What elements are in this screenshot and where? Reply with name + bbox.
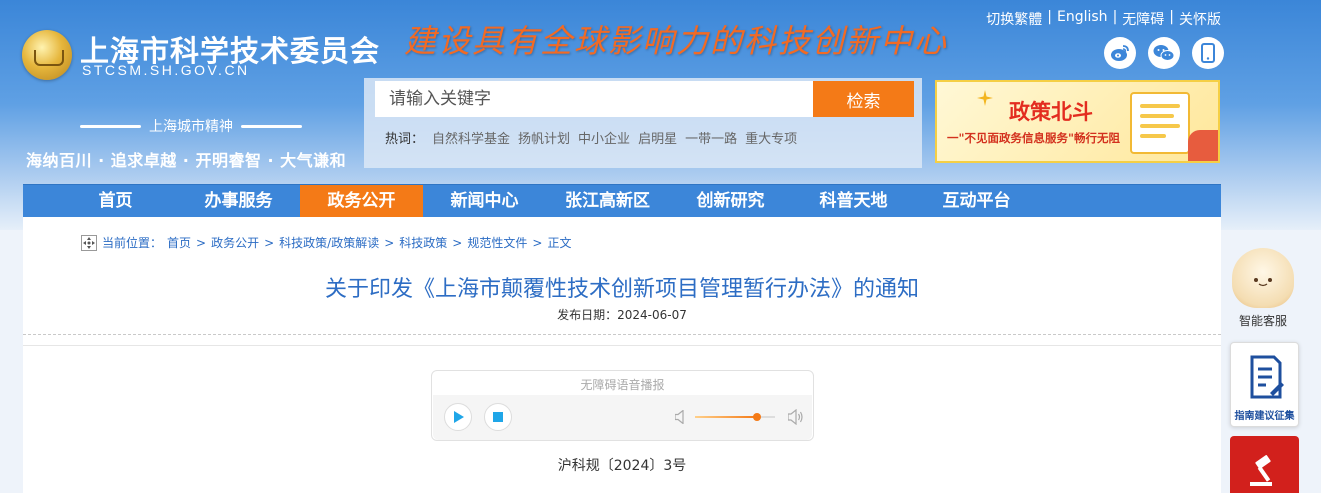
hot-word-link[interactable]: 扬帆计划 bbox=[518, 128, 570, 147]
publish-date-label: 发布日期： bbox=[557, 308, 618, 322]
weibo-icon bbox=[1111, 45, 1129, 61]
audio-player-label: 无障碍语音播报 bbox=[580, 378, 665, 392]
hot-word-link[interactable]: 重大专项 bbox=[745, 128, 797, 147]
smart-service-label: 智能客服 bbox=[1238, 314, 1287, 328]
emblem-logo[interactable] bbox=[22, 30, 72, 80]
wechat-button[interactable] bbox=[1148, 37, 1180, 69]
breadcrumb-policy-interpretation[interactable]: 科技政策/政策解读 bbox=[279, 234, 379, 251]
document-edit-icon bbox=[1250, 355, 1284, 399]
publish-date: 发布日期：2024-06-07 bbox=[23, 306, 1221, 323]
main-nav: 首页 办事服务 政务公开 新闻中心 张江高新区 创新研究 科普天地 互动平台 bbox=[23, 184, 1221, 218]
gavel-service-button[interactable] bbox=[1230, 436, 1299, 493]
search-panel: 检索 热词： 自然科学基金 扬帆计划 中小企业 启明星 一带一路 重大专项 bbox=[364, 78, 922, 168]
weibo-button[interactable] bbox=[1104, 37, 1136, 69]
social-icons bbox=[1104, 37, 1224, 69]
volume-low-icon[interactable] bbox=[675, 410, 687, 424]
publish-date-value: 2024-06-07 bbox=[617, 308, 687, 322]
hot-word-link[interactable]: 一带一路 bbox=[685, 128, 737, 147]
breadcrumb-policy[interactable]: 科技政策 bbox=[399, 234, 447, 251]
site-domain: STCSM.SH.GOV.CN bbox=[82, 62, 250, 78]
stop-icon bbox=[493, 412, 503, 422]
english-link[interactable]: English bbox=[1057, 9, 1108, 29]
banner-subtitle: 一"不见面政务信息服务"畅行无阻 bbox=[947, 131, 1120, 145]
article-content: 当前位置： 首页 > 政务公开 > 科技政策/政策解读 > 科技政策 > 规范性… bbox=[23, 217, 1221, 493]
search-button[interactable]: 检索 bbox=[813, 81, 914, 117]
city-spirit-title: 上海城市精神 bbox=[80, 116, 302, 136]
nav-item-news[interactable]: 新闻中心 bbox=[423, 185, 546, 218]
divider bbox=[23, 334, 1221, 335]
traditional-chinese-link[interactable]: 切换繁體 bbox=[986, 9, 1042, 29]
slogan: 建设具有全球影响力的科技创新中心 bbox=[404, 16, 948, 62]
nav-item-popular-science[interactable]: 科普天地 bbox=[792, 185, 915, 218]
city-spirit-words: 海纳百川 · 追求卓越 · 开明睿智 · 大气谦和 bbox=[26, 151, 347, 170]
location-move-icon bbox=[81, 234, 97, 251]
breadcrumb: 当前位置： 首页 > 政务公开 > 科技政策/政策解读 > 科技政策 > 规范性… bbox=[81, 234, 571, 251]
hot-words-label: 热词： bbox=[385, 132, 425, 147]
mobile-button[interactable] bbox=[1192, 37, 1224, 69]
sparkle-icon bbox=[977, 90, 993, 106]
mobile-icon bbox=[1201, 43, 1215, 63]
hand-illustration-icon bbox=[1188, 130, 1218, 161]
document-illustration-icon bbox=[1130, 92, 1190, 154]
nav-item-home[interactable]: 首页 bbox=[54, 185, 177, 218]
divider bbox=[23, 345, 1221, 346]
bun-mascot-icon bbox=[1232, 248, 1294, 308]
breadcrumb-current[interactable]: 正文 bbox=[547, 234, 571, 251]
guide-suggestion-button[interactable]: 指南建议征集 bbox=[1230, 342, 1299, 427]
breadcrumb-government-affairs[interactable]: 政务公开 bbox=[211, 234, 259, 251]
breadcrumb-normative-docs[interactable]: 规范性文件 bbox=[467, 234, 527, 251]
link-separator: | bbox=[1047, 9, 1052, 25]
breadcrumb-home[interactable]: 首页 bbox=[167, 234, 191, 251]
nav-item-government-affairs[interactable]: 政务公开 bbox=[300, 185, 423, 218]
play-icon bbox=[454, 411, 464, 423]
elderly-care-link[interactable]: 关怀版 bbox=[1179, 9, 1221, 29]
breadcrumb-sep: > bbox=[532, 235, 543, 250]
volume-knob[interactable] bbox=[753, 413, 762, 421]
breadcrumb-sep: > bbox=[384, 235, 395, 250]
wechat-icon bbox=[1153, 45, 1175, 61]
hot-word-link[interactable]: 中小企业 bbox=[578, 128, 630, 147]
smart-service-button[interactable]: 智能客服 bbox=[1228, 246, 1298, 332]
nav-item-interaction[interactable]: 互动平台 bbox=[915, 185, 1038, 218]
volume-high-icon[interactable] bbox=[788, 409, 804, 425]
banner-title: 政策北斗 bbox=[1009, 100, 1093, 124]
link-separator: | bbox=[1112, 9, 1118, 25]
stop-button[interactable] bbox=[484, 403, 512, 431]
city-spirit-label: 上海城市精神 bbox=[149, 119, 233, 135]
gavel-icon bbox=[1250, 455, 1272, 486]
breadcrumb-label: 当前位置： bbox=[102, 236, 163, 250]
slogan-text: 建设具有全球影响力的科技创新中心 bbox=[404, 22, 949, 60]
hot-word-link[interactable]: 自然科学基金 bbox=[432, 128, 510, 147]
article-title: 关于印发《上海市颠覆性技术创新项目管理暂行办法》的通知 bbox=[324, 277, 919, 302]
decor-line bbox=[241, 124, 302, 128]
nav-item-services[interactable]: 办事服务 bbox=[177, 185, 300, 218]
top-links: 切换繁體 | English | 无障碍 | 关怀版 bbox=[986, 9, 1221, 29]
audio-player: 无障碍语音播报 bbox=[431, 370, 814, 441]
hot-word-link[interactable]: 启明星 bbox=[638, 128, 677, 147]
nav-item-innovation-research[interactable]: 创新研究 bbox=[669, 185, 792, 218]
hot-words: 热词： 自然科学基金 扬帆计划 中小企业 启明星 一带一路 重大专项 bbox=[385, 128, 797, 147]
volume-fill bbox=[695, 416, 758, 418]
link-separator: | bbox=[1169, 9, 1174, 25]
search-input[interactable] bbox=[375, 81, 813, 117]
guide-suggestion-label: 指南建议征集 bbox=[1234, 411, 1295, 422]
breadcrumb-sep: > bbox=[452, 235, 463, 250]
volume-slider[interactable] bbox=[695, 413, 775, 421]
play-button[interactable] bbox=[444, 403, 472, 431]
accessibility-link[interactable]: 无障碍 bbox=[1122, 9, 1164, 29]
policy-beidou-banner[interactable]: 政策北斗 一"不见面政务信息服务"畅行无阻 bbox=[935, 80, 1220, 163]
breadcrumb-sep: > bbox=[264, 235, 275, 250]
audio-controls bbox=[433, 395, 812, 440]
decor-line bbox=[80, 124, 141, 128]
nav-item-zhangjiang[interactable]: 张江高新区 bbox=[546, 185, 669, 218]
document-number: 沪科规〔2024〕3号 bbox=[557, 458, 687, 474]
breadcrumb-sep: > bbox=[196, 235, 207, 250]
